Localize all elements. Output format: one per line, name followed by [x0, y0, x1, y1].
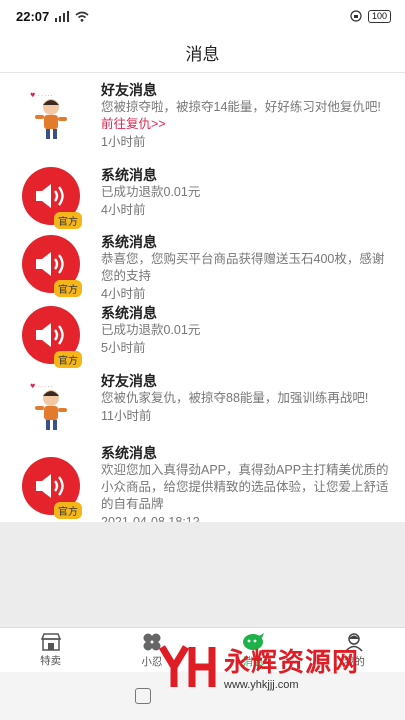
message-title: 系统消息 — [101, 445, 157, 461]
list-item[interactable]: 官方 系统消息 恭喜您，您购买平台商品获得赠送玉石400枚，感谢您的支持 4小时… — [0, 233, 405, 306]
tab-sale[interactable]: 特卖 — [0, 628, 101, 673]
shop-icon — [40, 633, 61, 651]
message-time: 5小时前 — [101, 341, 146, 355]
message-list: ♥ · · · · · 好友消息 您被掠夺啦，被掠夺14能量，好好练习对他复仇吧… — [0, 73, 405, 529]
message-time: 4小时前 — [101, 287, 146, 301]
battery-indicator: 100 — [367, 9, 391, 23]
tab-label: 特卖 — [40, 655, 62, 667]
message-body: 已成功退款0.01元 — [101, 323, 201, 337]
status-time: 22:07 — [16, 8, 50, 24]
list-item[interactable]: 官方 系统消息 已成功退款0.01元 4小时前 — [0, 163, 405, 233]
message-time: 4小时前 — [101, 203, 146, 217]
recent-apps-button[interactable] — [134, 688, 151, 704]
watermark-url: www.yhkjjj.com — [224, 678, 299, 691]
watermark-logo-icon — [158, 645, 216, 687]
svg-text:♥: ♥ — [30, 383, 35, 390]
message-body: 已成功退款0.01元 — [101, 185, 201, 199]
speaker-icon — [36, 323, 64, 347]
wifi-icon — [75, 11, 89, 22]
message-title: 好友消息 — [101, 373, 157, 389]
message-body: 您被掠夺啦，被掠夺14能量，好好练习对他复仇吧! — [101, 100, 381, 114]
official-badge: 官方 — [54, 502, 82, 519]
watermark: 永辉资源网 www.yhkjjj.com — [158, 641, 359, 691]
message-title: 好友消息 — [101, 82, 157, 98]
message-body: 恭喜您，您购买平台商品获得赠送玉石400枚，感谢您的支持 — [101, 252, 385, 283]
message-body: 您被仇家复仇，被掠夺88能量，加强训练再战吧! — [101, 391, 369, 405]
list-item[interactable]: 官方 系统消息 欢迎您加入真得劲APP，真得劲APP主打精美优质的小众商品，给您… — [0, 445, 405, 529]
list-item[interactable]: ♥ · · · · · 好友消息 您被掠夺啦，被掠夺14能量，好好练习对他复仇吧… — [0, 73, 405, 163]
svg-text:· · · · ·: · · · · · — [38, 384, 53, 390]
page-title: 消息 — [185, 44, 220, 64]
cartoon-avatar-icon: ♥ · · · · · — [22, 376, 80, 434]
message-body: 欢迎您加入真得劲APP，真得劲APP主打精美优质的小众商品，给您提供精致的选品体… — [101, 463, 389, 511]
revenge-link[interactable]: 前往复仇>> — [101, 116, 393, 133]
speaker-icon — [36, 474, 64, 498]
svg-text:♥: ♥ — [30, 92, 35, 99]
message-time: 11小时前 — [101, 409, 152, 423]
empty-area — [0, 522, 405, 628]
lock-rotation-icon — [350, 10, 362, 22]
official-badge: 官方 — [54, 351, 82, 368]
status-bar: 22:07 100 — [0, 0, 405, 32]
message-title: 系统消息 — [101, 305, 157, 321]
signal-icon — [55, 10, 70, 22]
list-item[interactable]: 官方 系统消息 已成功退款0.01元 5小时前 — [0, 305, 405, 373]
list-item[interactable]: ♥ · · · · · 好友消息 您被仇家复仇，被掠夺88能量，加强训练再战吧!… — [0, 373, 405, 445]
official-badge: 官方 — [54, 212, 82, 229]
cartoon-avatar-icon: ♥ · · · · · — [22, 85, 80, 143]
official-badge: 官方 — [54, 280, 82, 297]
message-title: 系统消息 — [101, 234, 157, 250]
speaker-icon — [36, 252, 64, 276]
watermark-text: 永辉资源网 — [224, 646, 360, 677]
header-bar: 消息 — [0, 32, 405, 73]
speaker-icon — [36, 184, 64, 208]
message-title: 系统消息 — [101, 167, 157, 183]
message-time: 1小时前 — [101, 135, 146, 149]
svg-text:· · · · ·: · · · · · — [38, 93, 53, 99]
